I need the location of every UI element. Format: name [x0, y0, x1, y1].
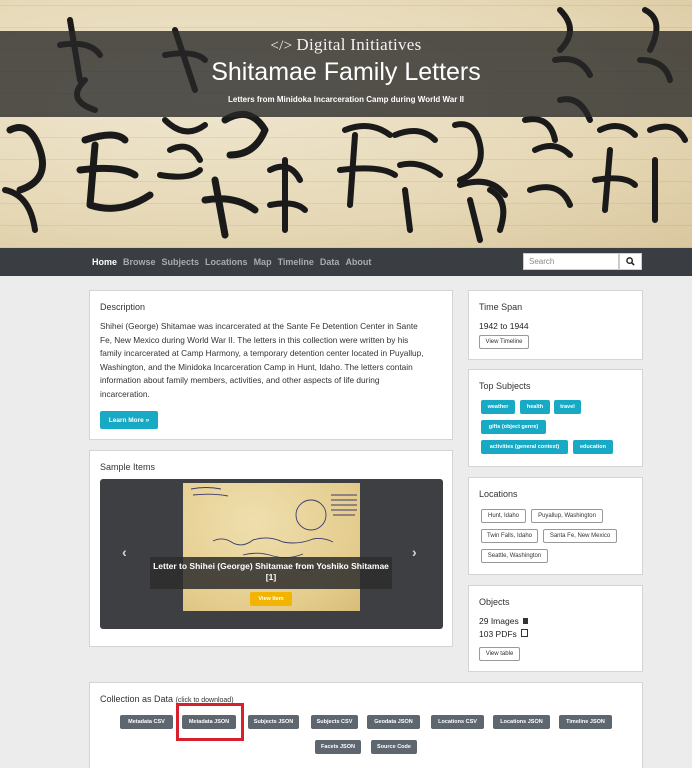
nav-locations[interactable]: Locations — [205, 257, 248, 267]
facets-json-button[interactable]: Facets JSON — [315, 740, 361, 754]
search-button[interactable] — [619, 253, 642, 270]
pdfs-count-text: 103 PDFs — [479, 629, 517, 639]
timespan-panel: Time Span 1942 to 1944 View Timeline — [468, 290, 643, 360]
view-table-button[interactable]: View table — [479, 647, 520, 661]
locations-panel: Locations Hunt, Idaho Puyallup, Washingt… — [468, 477, 643, 575]
nav-data[interactable]: Data — [320, 257, 340, 267]
search-input[interactable]: Search — [523, 253, 619, 270]
nav-timeline[interactable]: Timeline — [278, 257, 314, 267]
pdfs-count: 103 PDFs — [479, 629, 529, 639]
chevron-left-icon[interactable]: ‹ — [122, 544, 127, 560]
nav-links: Home Browse Subjects Locations Map Timel… — [92, 248, 377, 276]
description-title: Description — [100, 302, 146, 312]
site-subtitle: Letters from Minidoka Incarceration Camp… — [227, 95, 465, 104]
top-subjects-panel: Top Subjects weather health travel gifts… — [468, 369, 643, 467]
source-code-button[interactable]: Source Code — [371, 740, 417, 754]
code-icon: </> — [270, 38, 293, 54]
location-tag[interactable]: Santa Fe, New Mexico — [543, 529, 617, 543]
objects-title: Objects — [479, 597, 510, 607]
timespan-range: 1942 to 1944 — [479, 321, 529, 331]
collection-data-panel: Collection as Data (click to download) M… — [89, 682, 643, 768]
header-banner: </> Digital Initiatives Shitamae Family L… — [0, 0, 692, 248]
nav-subjects[interactable]: Subjects — [162, 257, 200, 267]
banner-overlay: </> Digital Initiatives Shitamae Family L… — [0, 31, 692, 117]
locations-title: Locations — [479, 489, 518, 499]
subject-tag[interactable]: weather — [481, 400, 515, 414]
brand-logo[interactable]: </> Digital Initiatives — [0, 35, 692, 55]
subject-tag[interactable]: travel — [554, 400, 581, 414]
subject-tag[interactable]: gifts (object genre) — [481, 420, 546, 434]
location-tag[interactable]: Hunt, Idaho — [481, 509, 526, 523]
subjects-json-button[interactable]: Subjects JSON — [248, 715, 299, 729]
nav-browse[interactable]: Browse — [123, 257, 156, 267]
images-count-text: 29 Images — [479, 616, 519, 626]
collection-data-title: Collection as Data — [100, 694, 174, 704]
sample-carousel[interactable]: Letter to Shihei (George) Shitamae from … — [100, 479, 443, 629]
metadata-csv-button[interactable]: Metadata CSV — [120, 715, 173, 729]
timeline-json-button[interactable]: Timeline JSON — [559, 715, 612, 729]
subject-tag[interactable]: education — [573, 440, 613, 454]
subjects-csv-button[interactable]: Subjects CSV — [311, 715, 358, 729]
search-icon — [626, 257, 635, 266]
top-subjects-title: Top Subjects — [479, 381, 531, 391]
sample-items-panel: Sample Items Letter to Shihei (George) S… — [89, 450, 453, 647]
nav-about[interactable]: About — [345, 257, 371, 267]
timespan-title: Time Span — [479, 302, 523, 312]
view-item-button[interactable]: View Item — [250, 592, 292, 606]
objects-panel: Objects 29 Images 103 PDFs View table — [468, 585, 643, 672]
locations-csv-button[interactable]: Locations CSV — [431, 715, 484, 729]
chevron-right-icon[interactable]: › — [412, 544, 417, 560]
highlight-box — [176, 703, 244, 741]
geodata-json-button[interactable]: Geodata JSON — [367, 715, 420, 729]
view-timeline-button[interactable]: View Timeline — [479, 335, 529, 349]
location-tag[interactable]: Twin Falls, Idaho — [481, 529, 538, 543]
brand-text: Digital Initiatives — [296, 35, 422, 54]
location-tag[interactable]: Puyallup, Washington — [531, 509, 603, 523]
subject-tag[interactable]: activities (general context) — [481, 440, 568, 454]
location-tag[interactable]: Seattle, Washington — [481, 549, 548, 563]
site-title: Shitamae Family Letters — [211, 58, 481, 86]
sample-items-title: Sample Items — [100, 462, 156, 472]
subject-tag[interactable]: health — [520, 400, 550, 414]
images-count: 29 Images — [479, 616, 529, 626]
nav-map[interactable]: Map — [254, 257, 272, 267]
learn-more-button[interactable]: Learn More » — [100, 411, 158, 429]
sample-caption: Letter to Shihei (George) Shitamae from … — [153, 561, 389, 582]
locations-json-button[interactable]: Locations JSON — [493, 715, 550, 729]
description-panel: Description Shihei (George) Shitamae was… — [89, 290, 453, 440]
nav-home[interactable]: Home — [92, 257, 117, 267]
image-icon — [523, 618, 529, 624]
description-text: Shihei (George) Shitamae was incarcerate… — [100, 321, 424, 399]
pdf-icon — [521, 629, 529, 637]
